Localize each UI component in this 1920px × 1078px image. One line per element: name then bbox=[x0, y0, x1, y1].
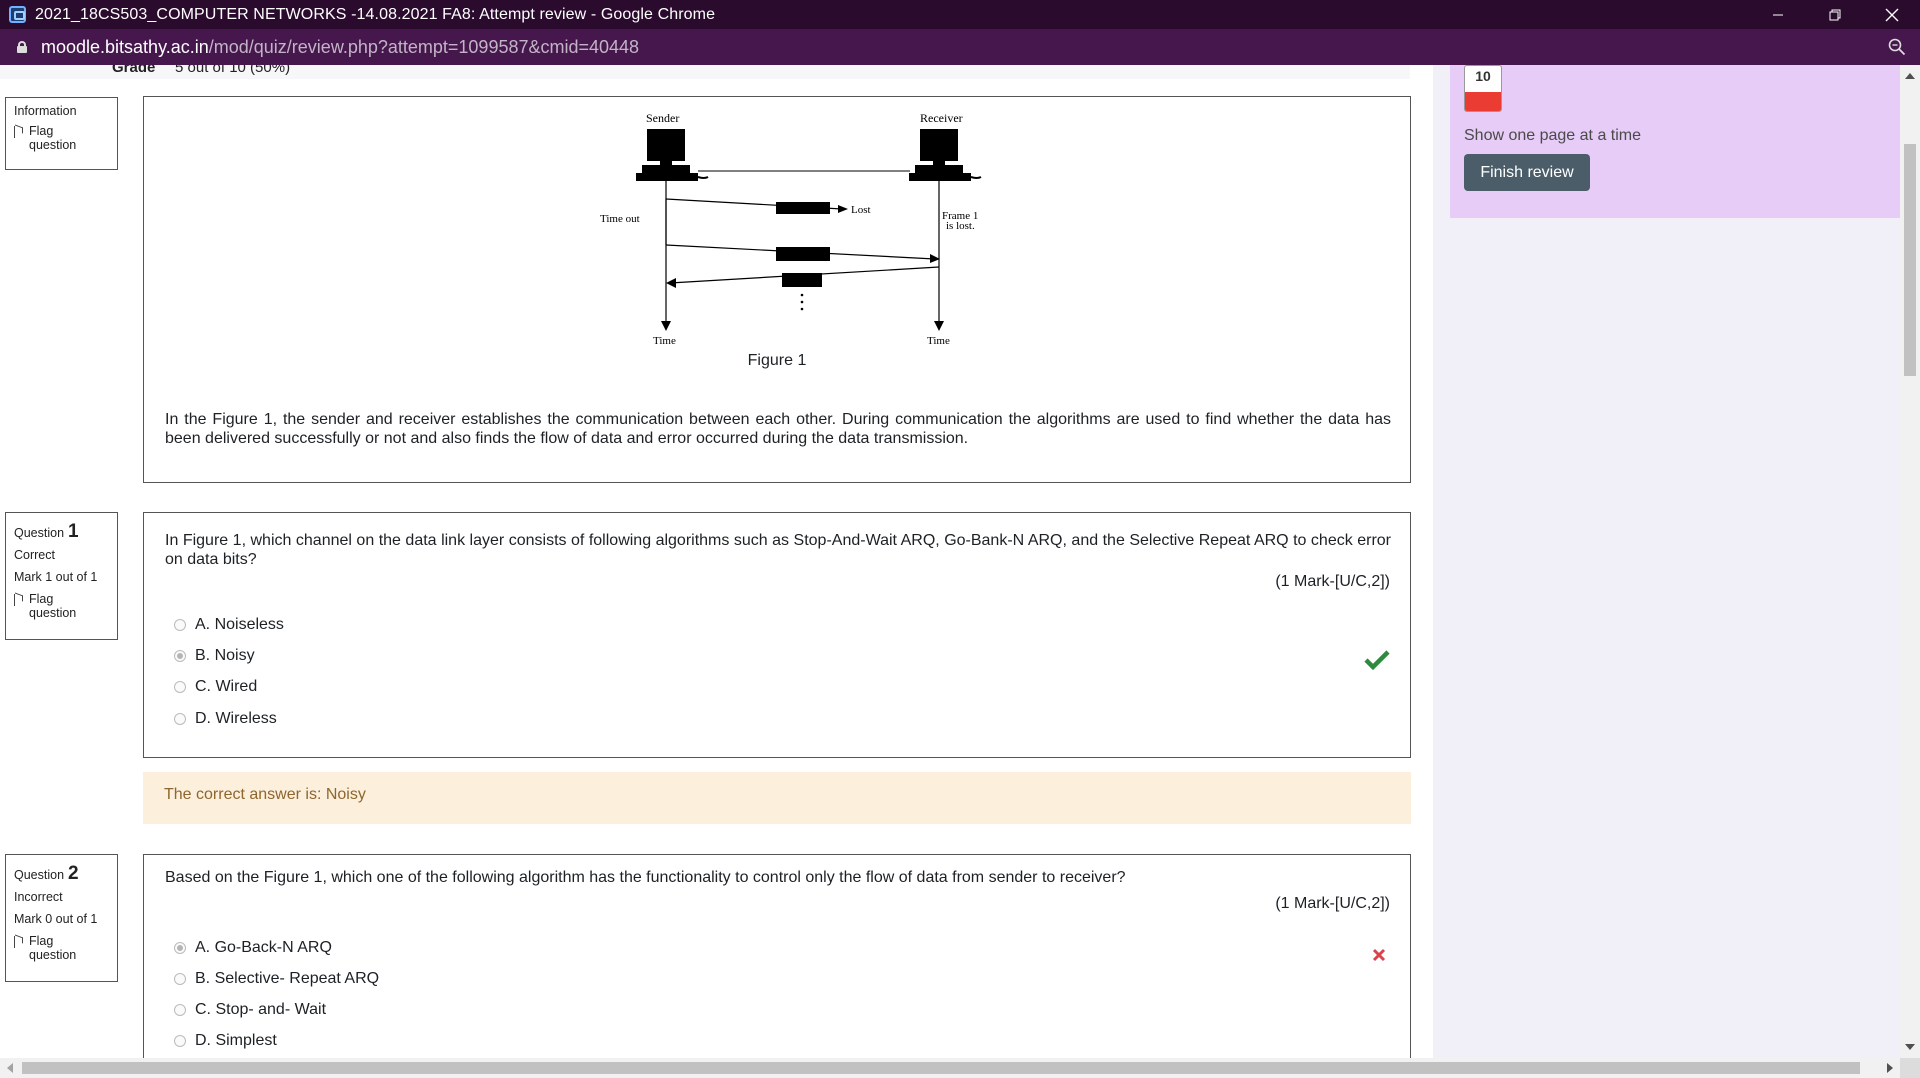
show-one-page-link[interactable]: Show one page at a time bbox=[1464, 127, 1641, 145]
scroll-up-icon[interactable] bbox=[1905, 73, 1915, 79]
vertical-scrollbar[interactable] bbox=[1900, 65, 1920, 1058]
receiver-time-arrow bbox=[934, 321, 944, 331]
option-d[interactable]: D. Wireless bbox=[174, 710, 277, 728]
option-d[interactable]: D. Simplest bbox=[174, 1032, 277, 1050]
option-a[interactable]: A. Noiseless bbox=[174, 616, 284, 634]
horizontal-scroll-thumb[interactable] bbox=[22, 1062, 1860, 1074]
marks-info: (1 Mark-[U/C,2]) bbox=[1275, 895, 1390, 912]
option-b[interactable]: B. Selective- Repeat ARQ bbox=[174, 970, 379, 988]
ack-block bbox=[782, 273, 822, 287]
flag-question-link[interactable]: Flag question bbox=[14, 934, 109, 962]
question-label: Question bbox=[14, 526, 65, 540]
lost-arrow bbox=[838, 205, 848, 213]
option-c[interactable]: C. Wired bbox=[174, 678, 257, 696]
close-icon[interactable] bbox=[1863, 0, 1920, 29]
window-titlebar: 2021_18CS503_COMPUTER NETWORKS -14.08.20… bbox=[0, 0, 1920, 29]
radio-button[interactable] bbox=[174, 713, 186, 725]
lost-frame-block bbox=[776, 202, 830, 214]
scroll-left-icon[interactable] bbox=[7, 1063, 13, 1073]
grade-value: 5 out of 10 (50%) bbox=[175, 65, 291, 76]
chrome-app-icon bbox=[9, 6, 26, 23]
receiver-label: Receiver bbox=[920, 111, 963, 125]
radio-button[interactable] bbox=[174, 681, 186, 693]
vertical-scroll-thumb[interactable] bbox=[1904, 144, 1916, 376]
lock-icon[interactable] bbox=[17, 41, 27, 53]
horizontal-scrollbar[interactable] bbox=[0, 1058, 1900, 1078]
sender-time-arrow bbox=[661, 321, 671, 331]
question-state: Correct bbox=[14, 548, 55, 562]
marks-info: (1 Mark-[U/C,2]) bbox=[1275, 573, 1390, 590]
radio-button[interactable] bbox=[174, 942, 186, 954]
question-text: Based on the Figure 1, which one of the … bbox=[165, 869, 1126, 886]
radio-button[interactable] bbox=[174, 650, 186, 662]
frame-lost-label-line2: is lost. bbox=[946, 220, 975, 232]
radio-button[interactable] bbox=[174, 1035, 186, 1047]
receiver-computer-icon bbox=[909, 129, 982, 181]
question-2-content: Based on the Figure 1, which one of the … bbox=[143, 854, 1411, 1058]
time-left-label: Time bbox=[653, 335, 676, 347]
incorrect-status-bar bbox=[1465, 92, 1501, 111]
question-1-feedback: The correct answer is: Noisy bbox=[143, 772, 1411, 824]
restore-icon[interactable] bbox=[1806, 0, 1863, 29]
flag-icon bbox=[14, 592, 25, 606]
figure-description: In the Figure 1, the sender and receiver… bbox=[165, 411, 1391, 447]
checkmark-icon bbox=[1364, 650, 1390, 671]
page-viewport: Grade 5 out of 10 (50%) Information Flag… bbox=[0, 65, 1900, 1058]
question-number: 1 bbox=[68, 521, 79, 542]
lost-label: Lost bbox=[851, 204, 871, 216]
question-1-content: In Figure 1, which channel on the data l… bbox=[143, 512, 1411, 758]
zoom-icon[interactable] bbox=[1888, 38, 1906, 56]
flag-question-link[interactable]: Flag question bbox=[14, 124, 109, 152]
question-state: Incorrect bbox=[14, 890, 63, 904]
option-c[interactable]: C. Stop- and- Wait bbox=[174, 1001, 326, 1019]
flag-icon bbox=[14, 934, 25, 948]
cross-icon bbox=[1372, 948, 1386, 962]
address-bar[interactable]: moodle.bitsathy.ac.in/mod/quiz/review.ph… bbox=[0, 29, 1920, 65]
radio-button[interactable] bbox=[174, 619, 186, 631]
minimize-icon[interactable] bbox=[1749, 0, 1806, 29]
sender-receiver-diagram: Sender Receiver Lost Time out Frame 1 is… bbox=[600, 111, 982, 347]
scroll-right-icon[interactable] bbox=[1887, 1063, 1893, 1073]
url-text[interactable]: moodle.bitsathy.ac.in/mod/quiz/review.ph… bbox=[41, 37, 639, 58]
question-mark: Mark 0 out of 1 bbox=[14, 912, 98, 926]
quiz-nav-button-10[interactable]: 10 bbox=[1464, 65, 1502, 112]
radio-button[interactable] bbox=[174, 973, 186, 985]
grade-summary-row: Grade 5 out of 10 (50%) bbox=[0, 65, 1410, 79]
figure-caption: Figure 1 bbox=[747, 352, 807, 369]
information-content: Sender Receiver Lost Time out Frame 1 is… bbox=[143, 96, 1411, 483]
timeout-label: Time out bbox=[600, 213, 640, 225]
grade-label: Grade bbox=[112, 65, 156, 76]
resend-frame-block bbox=[776, 247, 830, 261]
option-a[interactable]: A. Go-Back-N ARQ bbox=[174, 939, 332, 957]
question-1-info-box: Question 1 Correct Mark 1 out of 1 Flag … bbox=[5, 512, 118, 640]
information-title: Information bbox=[14, 104, 77, 118]
radio-button[interactable] bbox=[174, 1004, 186, 1016]
scroll-down-icon[interactable] bbox=[1905, 1044, 1915, 1050]
option-b[interactable]: B. Noisy bbox=[174, 647, 255, 665]
sender-label: Sender bbox=[646, 111, 679, 125]
finish-review-button[interactable]: Finish review bbox=[1464, 154, 1590, 191]
question-mark: Mark 1 out of 1 bbox=[14, 570, 98, 584]
question-label: Question bbox=[14, 868, 65, 882]
flag-question-link[interactable]: Flag question bbox=[14, 592, 109, 620]
question-2-info-box: Question 2 Incorrect Mark 0 out of 1 Fla… bbox=[5, 854, 118, 982]
window-title: 2021_18CS503_COMPUTER NETWORKS -14.08.20… bbox=[35, 5, 716, 23]
flag-icon bbox=[14, 124, 25, 138]
sender-computer-icon bbox=[636, 129, 709, 181]
window-controls bbox=[1749, 0, 1920, 29]
question-number: 2 bbox=[68, 863, 79, 884]
question-text: In Figure 1, which channel on the data l… bbox=[165, 532, 1391, 568]
information-info-box: Information Flag question bbox=[5, 97, 118, 170]
scrollbar-corner bbox=[1900, 1058, 1920, 1078]
time-right-label: Time bbox=[927, 335, 950, 347]
